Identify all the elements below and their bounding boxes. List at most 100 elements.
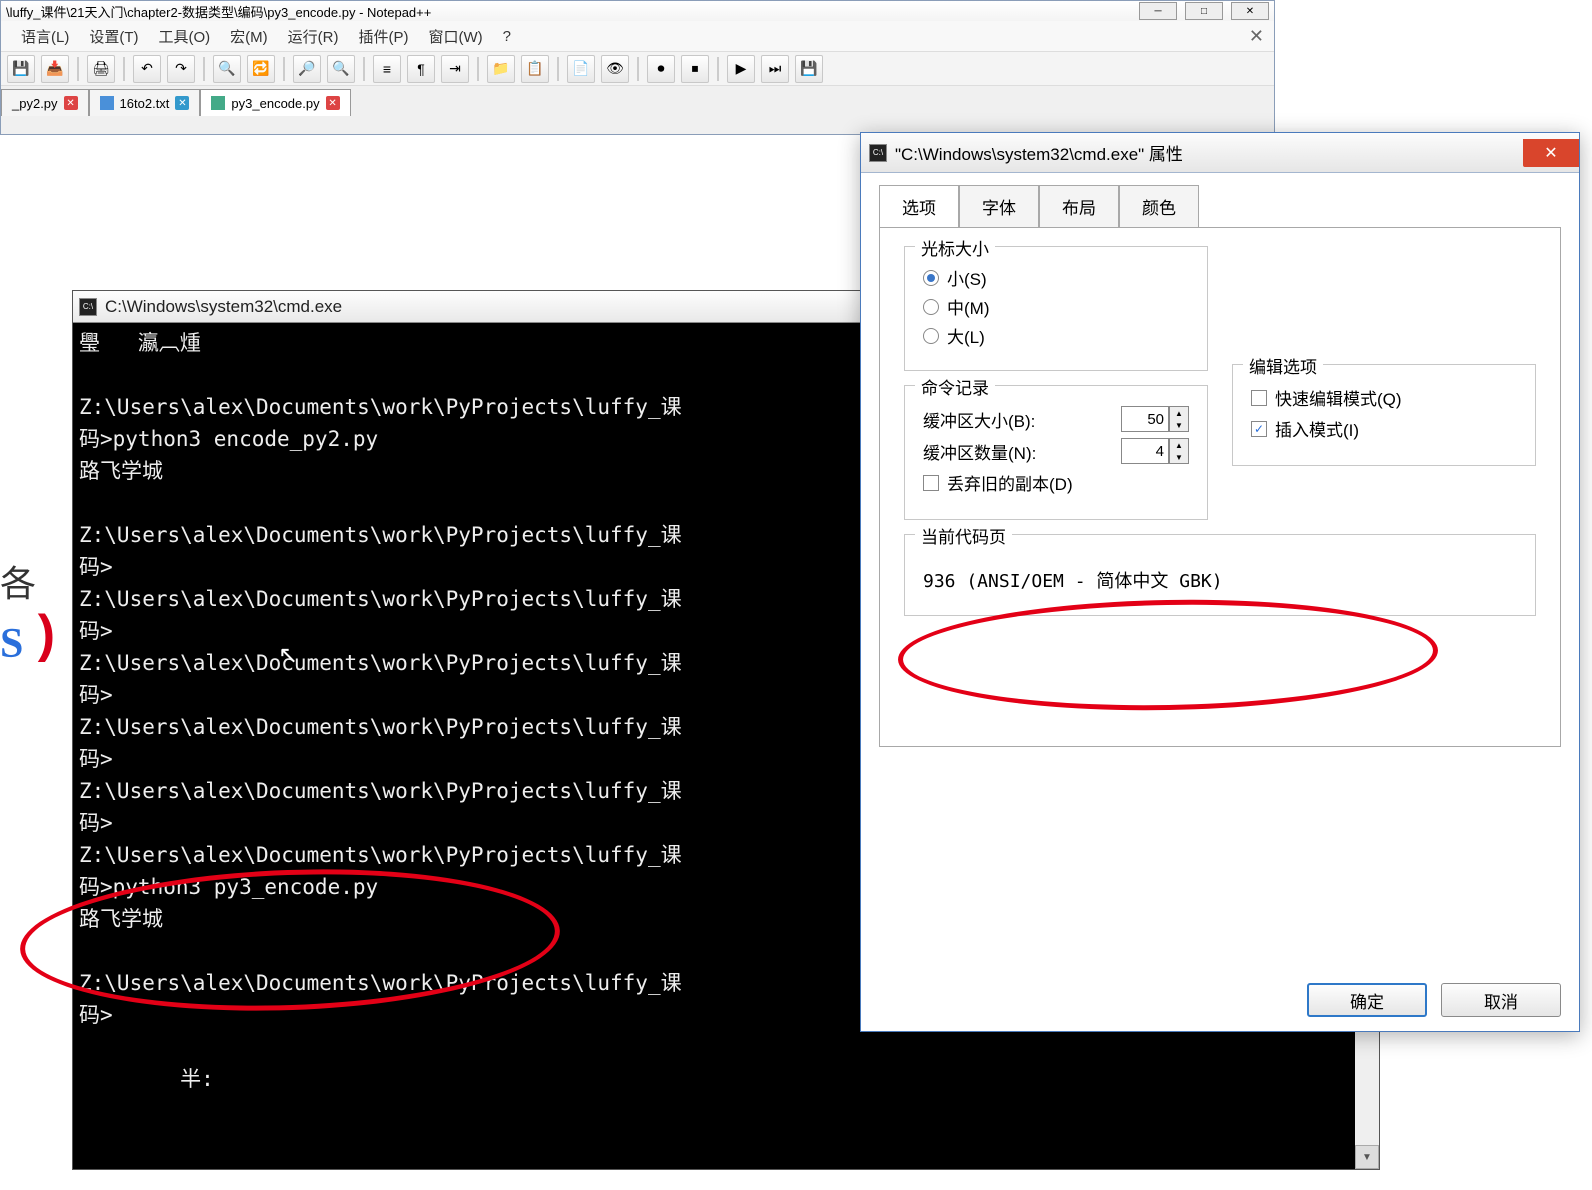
maximize-button[interactable]: □ <box>1185 2 1223 20</box>
menu-language[interactable]: 语言(L) <box>21 26 69 47</box>
funclist-icon[interactable]: 📋 <box>521 55 549 83</box>
npp-toolbar: 💾 📥 🖨 ↶ ↷ 🔍 🔁 🔎 🔍 ≡ ¶ ⇥ 📁 📋 📄 👁 ⏺ ⏹ ▶ ⏭ … <box>1 51 1274 86</box>
find-icon[interactable]: 🔍 <box>213 55 241 83</box>
spin-up-icon[interactable]: ▲ <box>1170 439 1188 451</box>
insert-mode-checkbox-row[interactable]: 插入模式(I) <box>1251 416 1517 441</box>
tab-colors[interactable]: 颜色 <box>1119 185 1199 227</box>
quick-edit-checkbox-row[interactable]: 快速编辑模式(Q) <box>1251 385 1517 410</box>
menu-run[interactable]: 运行(R) <box>288 26 339 47</box>
npp-window-buttons: ─ □ ✕ <box>1139 2 1269 20</box>
radio-icon[interactable] <box>923 270 939 286</box>
props-titlebar[interactable]: C:\ "C:\Windows\system32\cmd.exe" 属性 ✕ <box>861 133 1579 173</box>
buffer-size-input[interactable] <box>1121 406 1169 432</box>
checkbox-icon[interactable] <box>1251 421 1267 437</box>
toolbar-separator <box>203 57 205 81</box>
scroll-down-icon[interactable]: ▼ <box>1355 1145 1379 1169</box>
spin-down-icon[interactable]: ▼ <box>1170 451 1188 463</box>
menu-help[interactable]: ? <box>503 28 511 45</box>
buffer-count-spinner[interactable]: ▲▼ <box>1121 438 1189 464</box>
cmd-title: C:\Windows\system32\cmd.exe <box>105 297 342 317</box>
buffer-count-label: 缓冲区数量(N): <box>923 439 1036 464</box>
replace-icon[interactable]: 🔁 <box>247 55 275 83</box>
folder-icon[interactable]: 📁 <box>487 55 515 83</box>
menu-window[interactable]: 窗口(W) <box>429 26 483 47</box>
props-tabs: 选项 字体 布局 颜色 <box>879 185 1579 227</box>
checkbox-icon[interactable] <box>923 475 939 491</box>
radio-medium[interactable]: 中(M) <box>923 294 1189 319</box>
buffer-count-input[interactable] <box>1121 438 1169 464</box>
cancel-button[interactable]: 取消 <box>1441 983 1561 1017</box>
tab-py3-encode[interactable]: py3_encode.py ✕ <box>200 89 350 116</box>
menu-tools[interactable]: 工具(O) <box>159 26 211 47</box>
savemacro-icon[interactable]: 💾 <box>795 55 823 83</box>
tab-font[interactable]: 字体 <box>959 185 1039 227</box>
toolbar-separator <box>477 57 479 81</box>
tab-close-icon[interactable]: ✕ <box>64 96 78 110</box>
tab-options[interactable]: 选项 <box>879 185 959 227</box>
zoomout-icon[interactable]: 🔍 <box>327 55 355 83</box>
allchars-icon[interactable]: ¶ <box>407 55 435 83</box>
redo-icon[interactable]: ↷ <box>167 55 195 83</box>
stop-icon[interactable]: ⏹ <box>681 55 709 83</box>
toolbar-separator <box>123 57 125 81</box>
toolbar-separator <box>77 57 79 81</box>
radio-small[interactable]: 小(S) <box>923 265 1189 290</box>
edit-options-fieldset: 编辑选项 快速编辑模式(Q) 插入模式(I) <box>1232 364 1536 466</box>
toolbar-separator <box>717 57 719 81</box>
buffer-size-spinner[interactable]: ▲▼ <box>1121 406 1189 432</box>
docmap-icon[interactable]: 📄 <box>567 55 595 83</box>
radio-icon[interactable] <box>923 299 939 315</box>
tab-layout[interactable]: 布局 <box>1039 185 1119 227</box>
tab-label: _py2.py <box>12 96 58 111</box>
menu-macro[interactable]: 宏(M) <box>230 26 268 47</box>
codepage-fieldset: 当前代码页 936 (ANSI/OEM - 简体中文 GBK) <box>904 534 1536 616</box>
monitor-icon[interactable]: 👁 <box>601 55 629 83</box>
tab-encode-py2[interactable]: _py2.py ✕ <box>1 89 89 116</box>
npp-title: \luffy_课件\21天入门\chapter2-数据类型\编码\py3_enc… <box>6 2 431 21</box>
saveall-icon[interactable]: 📥 <box>41 55 69 83</box>
npp-tabs: _py2.py ✕ 16to2.txt ✕ py3_encode.py ✕ <box>1 86 1274 116</box>
spin-up-icon[interactable]: ▲ <box>1170 407 1188 419</box>
menu-close-icon[interactable]: ✕ <box>1249 26 1264 47</box>
spin-down-icon[interactable]: ▼ <box>1170 419 1188 431</box>
wordwrap-icon[interactable]: ≡ <box>373 55 401 83</box>
minimize-button[interactable]: ─ <box>1139 2 1177 20</box>
print-icon[interactable]: 🖨 <box>87 55 115 83</box>
npp-menubar: 语言(L) 设置(T) 工具(O) 宏(M) 运行(R) 插件(P) 窗口(W)… <box>1 21 1274 51</box>
cmd-properties-dialog: C:\ "C:\Windows\system32\cmd.exe" 属性 ✕ 选… <box>860 132 1580 1032</box>
fieldset-legend: 命令记录 <box>915 374 995 399</box>
file-icon <box>211 96 225 110</box>
notepadpp-window: \luffy_课件\21天入门\chapter2-数据类型\编码\py3_enc… <box>0 0 1275 135</box>
tab-label: 16to2.txt <box>120 96 170 111</box>
record-icon[interactable]: ⏺ <box>647 55 675 83</box>
codepage-value: 936 (ANSI/OEM - 简体中文 GBK) <box>905 545 1535 615</box>
playmulti-icon[interactable]: ⏭ <box>761 55 789 83</box>
menu-settings[interactable]: 设置(T) <box>89 26 138 47</box>
cmd-history-fieldset: 命令记录 缓冲区大小(B): ▲▼ 缓冲区数量(N): ▲▼ <box>904 385 1208 520</box>
background-text-fragment: ) <box>30 608 61 667</box>
play-icon[interactable]: ▶ <box>727 55 755 83</box>
file-icon <box>100 96 114 110</box>
close-button[interactable]: ✕ <box>1523 139 1579 167</box>
tab-16to2[interactable]: 16to2.txt ✕ <box>89 89 201 116</box>
menu-plugins[interactable]: 插件(P) <box>359 26 409 47</box>
checkbox-icon[interactable] <box>1251 390 1267 406</box>
undo-icon[interactable]: ↶ <box>133 55 161 83</box>
fieldset-legend: 编辑选项 <box>1243 353 1323 378</box>
save-icon[interactable]: 💾 <box>7 55 35 83</box>
radio-icon[interactable] <box>923 328 939 344</box>
toolbar-separator <box>363 57 365 81</box>
npp-titlebar[interactable]: \luffy_课件\21天入门\chapter2-数据类型\编码\py3_enc… <box>1 1 1274 21</box>
toolbar-separator <box>557 57 559 81</box>
tab-close-icon[interactable]: ✕ <box>175 96 189 110</box>
discard-old-checkbox-row[interactable]: 丢弃旧的副本(D) <box>923 470 1189 495</box>
ok-button[interactable]: 确定 <box>1307 983 1427 1017</box>
background-text-fragment: 各 <box>0 555 36 607</box>
radio-large[interactable]: 大(L) <box>923 323 1189 348</box>
close-button[interactable]: ✕ <box>1231 2 1269 20</box>
fieldset-legend: 光标大小 <box>915 235 995 260</box>
zoomin-icon[interactable]: 🔎 <box>293 55 321 83</box>
indent-icon[interactable]: ⇥ <box>441 55 469 83</box>
tab-close-icon[interactable]: ✕ <box>326 96 340 110</box>
cmd-icon: C:\ <box>79 298 97 316</box>
